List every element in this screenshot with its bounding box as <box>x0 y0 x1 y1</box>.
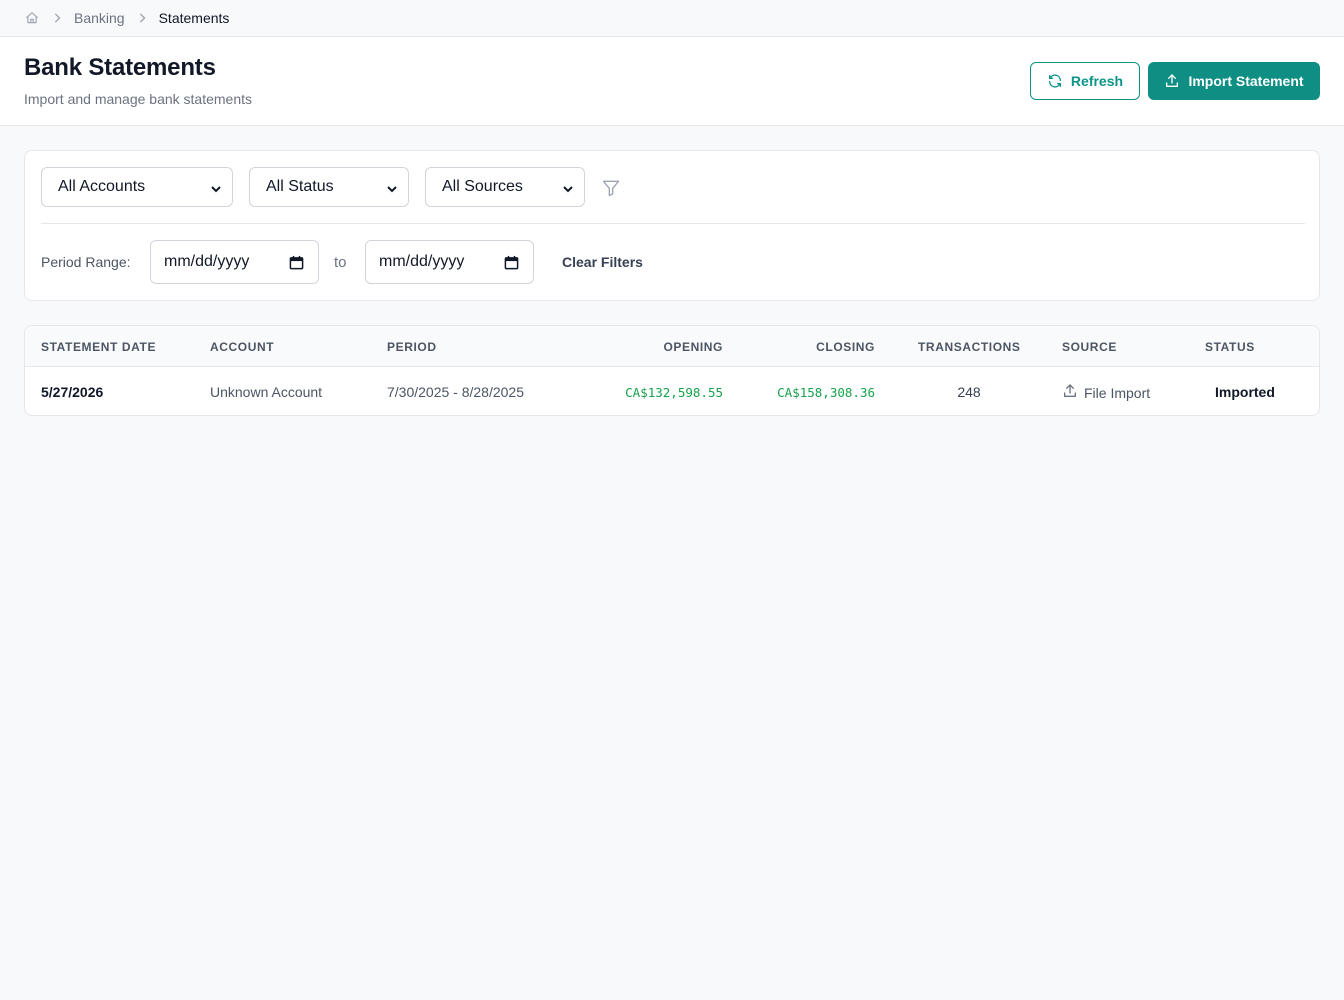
page-header: Bank Statements Import and manage bank s… <box>0 37 1344 126</box>
column-header-opening[interactable]: Opening <box>625 340 723 354</box>
column-header-source[interactable]: Source <box>1062 340 1117 354</box>
column-header-statement-date[interactable]: Statement Date <box>41 340 156 354</box>
period-from-placeholder: mm/dd/yyyy <box>164 253 250 270</box>
cell-opening-balance: CA$132,598.55 <box>625 385 723 400</box>
breadcrumb: Banking Statements <box>0 0 1344 37</box>
upload-icon <box>1062 383 1078 402</box>
column-header-transactions[interactable]: Transactions <box>918 340 1021 354</box>
clear-filters-button[interactable]: Clear Filters <box>562 254 643 270</box>
cell-statement-date: 5/27/2026 <box>41 384 104 400</box>
filters-panel: All Accounts All Status All Sources Peri… <box>24 150 1320 301</box>
breadcrumb-banking[interactable]: Banking <box>74 10 125 26</box>
period-from-date-input[interactable]: mm/dd/yyyy <box>150 240 319 284</box>
period-range-label: Period Range: <box>41 254 131 270</box>
upload-icon <box>1164 73 1180 89</box>
breadcrumb-statements: Statements <box>158 10 230 26</box>
divider <box>41 223 1305 224</box>
period-to-placeholder: mm/dd/yyyy <box>379 253 465 270</box>
cell-source-label: File Import <box>1084 384 1151 401</box>
status-select[interactable]: All Status <box>249 167 409 207</box>
refresh-button[interactable]: Refresh <box>1030 62 1140 100</box>
sources-select[interactable]: All Sources <box>425 167 585 207</box>
accounts-select[interactable]: All Accounts <box>41 167 233 207</box>
chevron-down-icon <box>386 182 398 200</box>
cell-closing-balance: CA$158,308.36 <box>777 385 875 400</box>
cell-source: File Import <box>1062 383 1150 402</box>
page-subtitle: Import and manage bank statements <box>24 91 253 107</box>
statements-table: Statement Date Account Period Opening Cl… <box>24 325 1320 416</box>
filter-icon <box>601 178 621 198</box>
home-icon[interactable] <box>24 10 40 26</box>
refresh-icon <box>1047 73 1063 89</box>
page-title: Bank Statements <box>24 54 216 81</box>
refresh-label: Refresh <box>1070 73 1124 89</box>
import-statement-label: Import Statement <box>1188 73 1304 89</box>
cell-period: 7/30/2025 - 8/28/2025 <box>387 384 525 400</box>
cell-account: Unknown Account <box>210 384 323 400</box>
calendar-icon[interactable] <box>289 255 304 275</box>
status-select-value: All Status <box>266 178 334 195</box>
chevron-down-icon <box>562 182 574 200</box>
table-row[interactable]: 5/27/2026 Unknown Account 7/30/2025 - 8/… <box>25 367 1319 415</box>
cell-transactions: 248 <box>957 384 981 400</box>
status-badge: Imported <box>1215 384 1275 400</box>
chevron-right-icon <box>137 13 147 23</box>
calendar-icon[interactable] <box>504 255 519 275</box>
chevron-right-icon <box>52 13 62 23</box>
import-statement-button[interactable]: Import Statement <box>1148 62 1320 100</box>
sources-select-value: All Sources <box>442 178 523 195</box>
column-header-account[interactable]: Account <box>210 340 274 354</box>
column-header-status[interactable]: Status <box>1205 340 1255 354</box>
accounts-select-value: All Accounts <box>58 178 146 195</box>
column-header-closing[interactable]: Closing <box>777 340 875 354</box>
period-to-date-input[interactable]: mm/dd/yyyy <box>365 240 534 284</box>
chevron-down-icon <box>210 182 222 200</box>
table-header: Statement Date Account Period Opening Cl… <box>25 326 1319 367</box>
column-header-period[interactable]: Period <box>387 340 437 354</box>
to-label: to <box>334 254 347 271</box>
